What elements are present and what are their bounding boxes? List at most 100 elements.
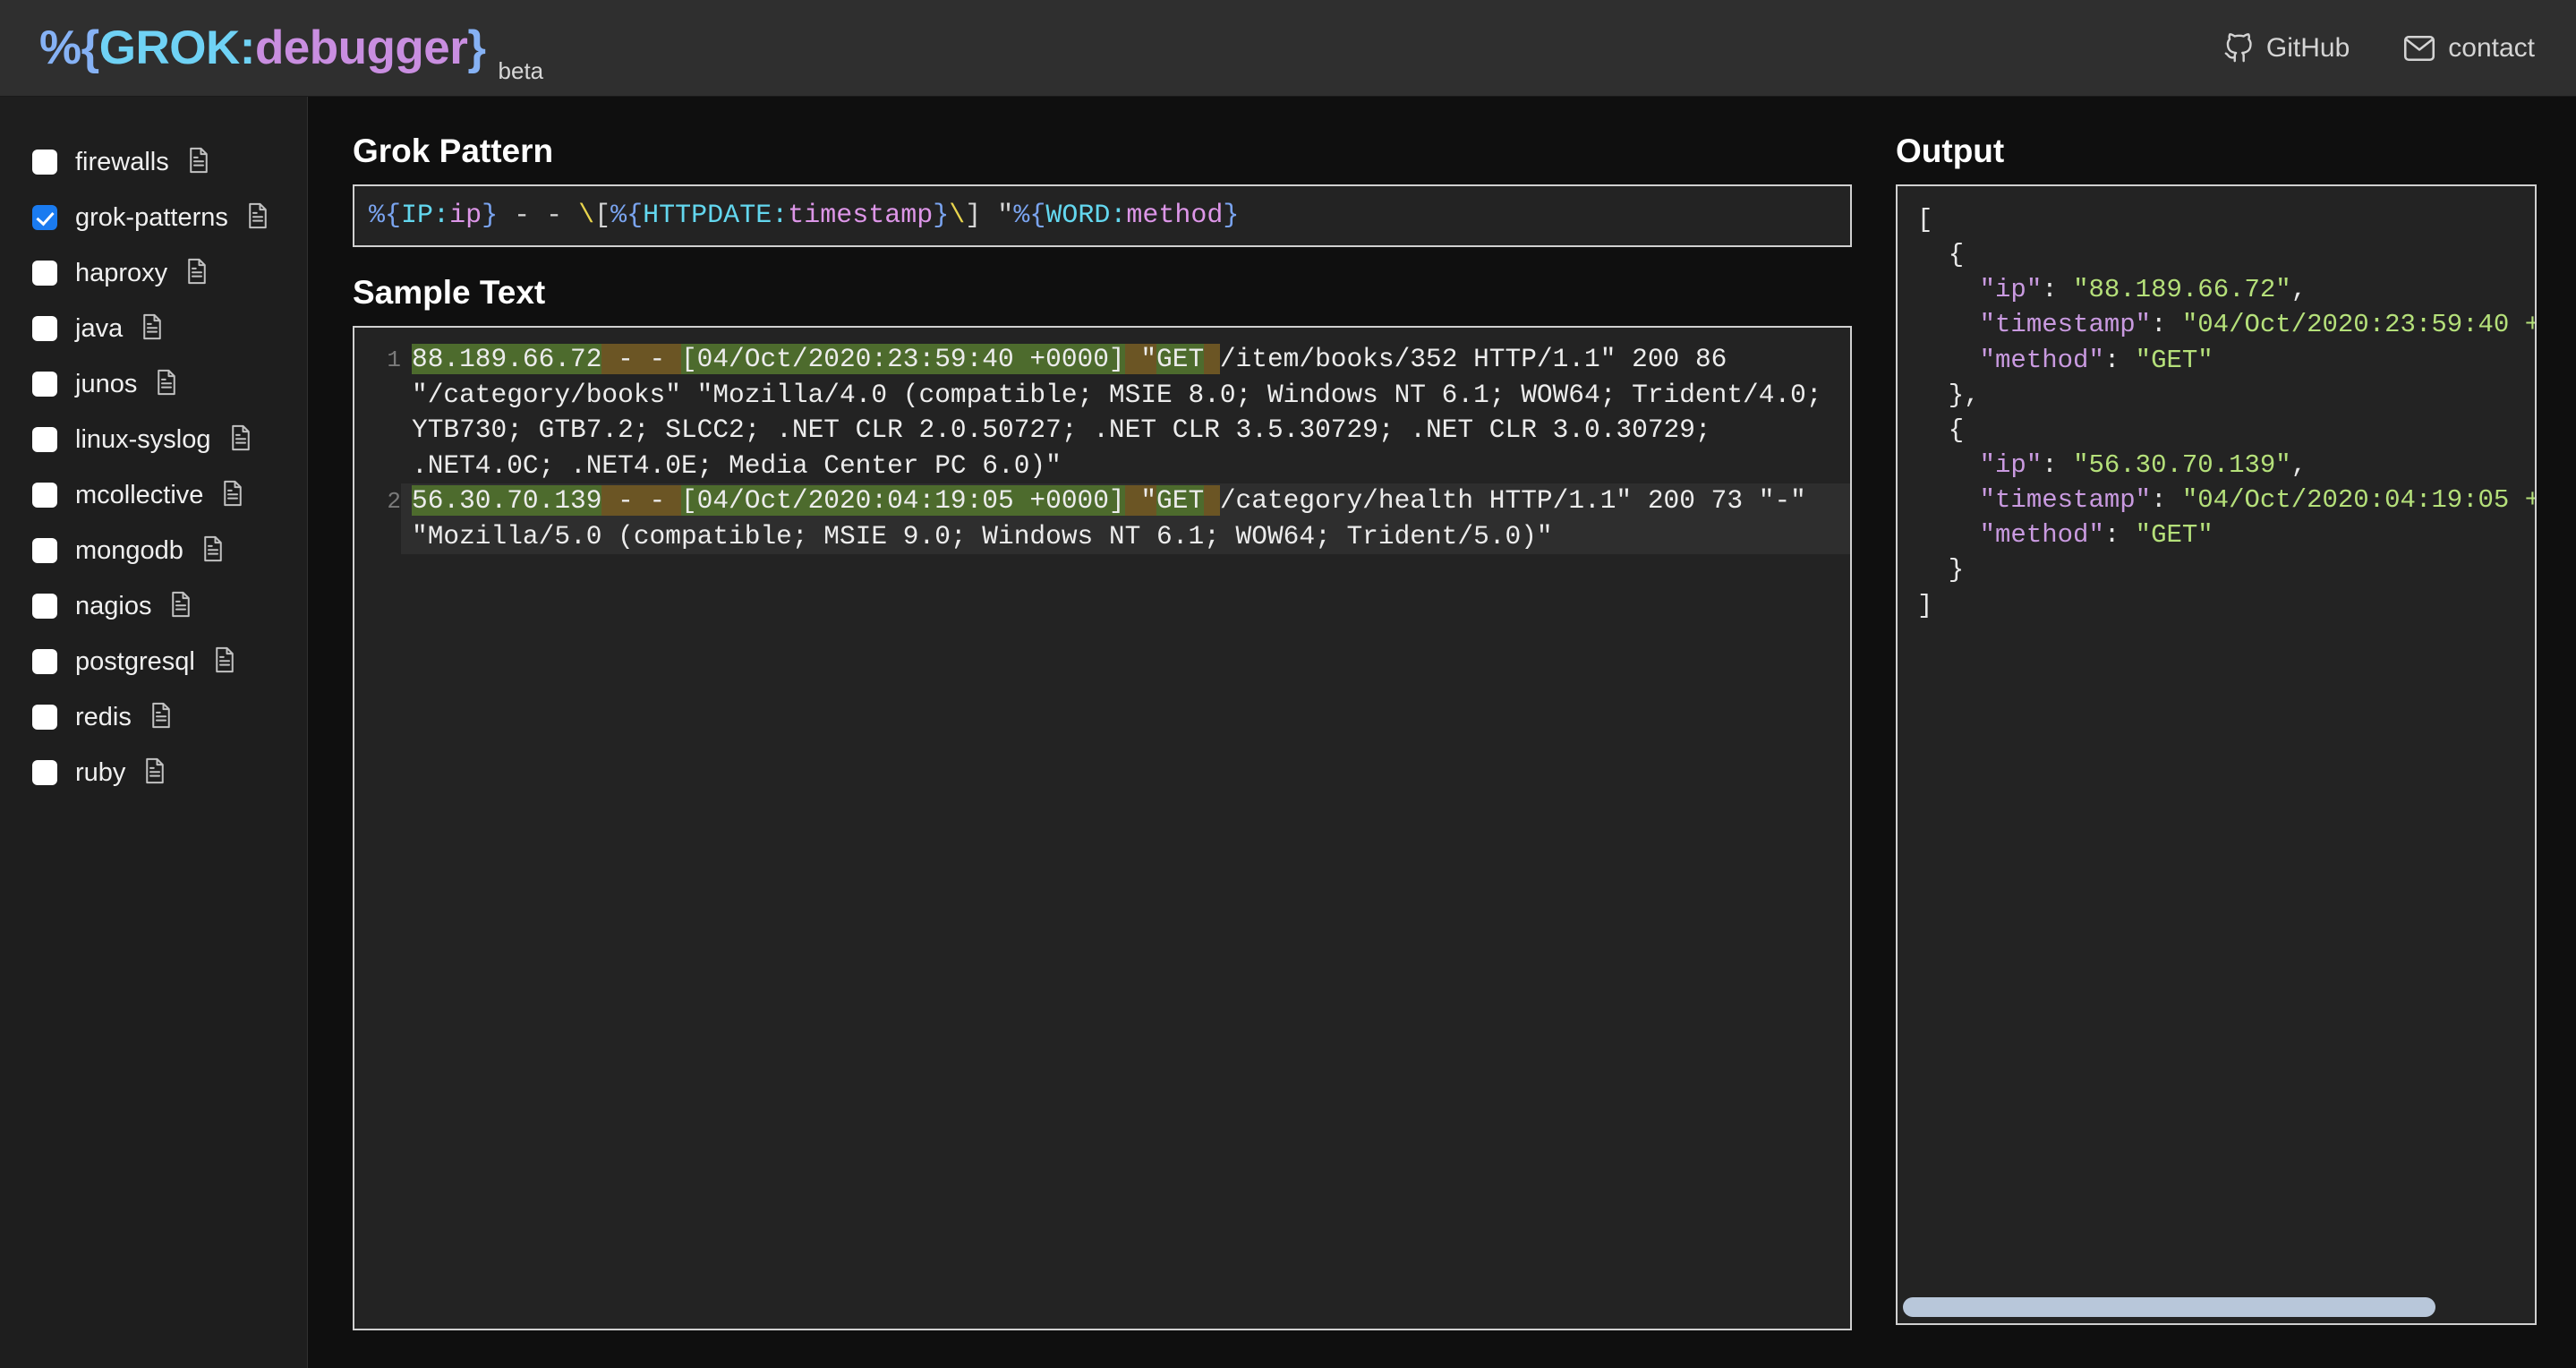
- log-line-content: 88.189.66.72 - - [04/Oct/2020:23:59:40 +…: [401, 342, 1850, 483]
- scrollbar-thumb[interactable]: [1903, 1297, 2435, 1317]
- json-token: [1917, 275, 1980, 304]
- sidebar-item-ruby[interactable]: ruby: [0, 745, 307, 800]
- highlighted-segment: [1204, 344, 1220, 374]
- json-token: [1917, 450, 1980, 480]
- sample-text-title: Sample Text: [353, 274, 1860, 312]
- json-line: [: [1917, 202, 2535, 237]
- sample-text-line: 256.30.70.139 - - [04/Oct/2020:04:19:05 …: [354, 483, 1850, 554]
- json-line: {: [1917, 237, 2535, 272]
- document-icon[interactable]: [143, 757, 166, 789]
- sidebar-item-label: mcollective: [75, 481, 203, 510]
- document-icon[interactable]: [229, 424, 252, 456]
- document-icon[interactable]: [187, 147, 210, 178]
- github-link-label: GitHub: [2266, 33, 2350, 64]
- sidebar-item-firewalls[interactable]: firewalls: [0, 134, 307, 190]
- document-icon[interactable]: [149, 702, 173, 733]
- checkbox-grok-patterns[interactable]: [32, 205, 57, 230]
- sidebar-item-label: grok-patterns: [75, 203, 228, 233]
- highlighted-segment: GET: [1156, 485, 1204, 516]
- pattern-token: method: [1126, 201, 1223, 231]
- json-token: }: [1917, 555, 1964, 585]
- sidebar-item-java[interactable]: java: [0, 301, 307, 356]
- sidebar-item-junos[interactable]: junos: [0, 356, 307, 412]
- pattern-token: {: [385, 201, 401, 231]
- sidebar-item-haproxy[interactable]: haproxy: [0, 245, 307, 301]
- json-token: "timestamp": [1980, 310, 2151, 339]
- checkbox-java[interactable]: [32, 316, 57, 341]
- sidebar-item-nagios[interactable]: nagios: [0, 578, 307, 634]
- json-line: "timestamp": "04/Oct/2020:04:19:05 +0000…: [1917, 483, 2535, 517]
- json-token: "method": [1980, 346, 2104, 375]
- document-icon[interactable]: [185, 258, 209, 289]
- github-link[interactable]: GitHub: [2223, 33, 2350, 64]
- output-horizontal-scrollbar[interactable]: [1903, 1297, 2529, 1317]
- document-icon[interactable]: [213, 646, 236, 678]
- checkbox-linux-syslog[interactable]: [32, 427, 57, 452]
- checkbox-junos[interactable]: [32, 372, 57, 397]
- pattern-token: }: [482, 201, 498, 231]
- checkbox-firewalls[interactable]: [32, 150, 57, 175]
- sidebar-item-linux-syslog[interactable]: linux-syslog: [0, 412, 307, 467]
- contact-link[interactable]: contact: [2403, 33, 2535, 64]
- pattern-token: - -: [498, 201, 578, 231]
- json-line: },: [1917, 378, 2535, 413]
- json-line: "timestamp": "04/Oct/2020:23:59:40 +0000…: [1917, 307, 2535, 342]
- sidebar-item-grok-patterns[interactable]: grok-patterns: [0, 190, 307, 245]
- checkbox-postgresql[interactable]: [32, 649, 57, 674]
- checkbox-ruby[interactable]: [32, 760, 57, 785]
- json-line: "ip": "56.30.70.139",: [1917, 448, 2535, 483]
- highlighted-segment: - -: [601, 344, 681, 374]
- grok-pattern-input[interactable]: %{IP:ip} - - \[%{HTTPDATE:timestamp}\] "…: [353, 184, 1852, 247]
- json-token: [1917, 310, 1980, 339]
- json-token: [1917, 520, 1980, 550]
- json-token: {: [1917, 240, 1964, 269]
- json-token: ,: [2291, 275, 2307, 304]
- contact-link-label: contact: [2448, 33, 2535, 64]
- logo-open-brace: {: [81, 21, 99, 74]
- json-token: "GET": [2136, 520, 2213, 550]
- json-token: "method": [1980, 520, 2104, 550]
- grok-pattern-value: %{IP:ip} - - \[%{HTTPDATE:timestamp}\] "…: [369, 199, 1836, 233]
- output-column: Output [ { "ip": "88.189.66.72", "timest…: [1860, 97, 2576, 1368]
- grok-pattern-title: Grok Pattern: [353, 133, 1860, 170]
- sidebar-item-label: firewalls: [75, 148, 169, 177]
- checkbox-mcollective[interactable]: [32, 483, 57, 508]
- sidebar-item-mongodb[interactable]: mongodb: [0, 523, 307, 578]
- pattern-token: HTTPDATE: [643, 201, 772, 231]
- checkbox-redis[interactable]: [32, 705, 57, 730]
- checkbox-mongodb[interactable]: [32, 538, 57, 563]
- sidebar-item-label: redis: [75, 703, 132, 732]
- document-icon[interactable]: [155, 369, 178, 400]
- json-line: {: [1917, 413, 2535, 448]
- logo-close-brace: }: [467, 21, 485, 74]
- checkbox-haproxy[interactable]: [32, 261, 57, 286]
- sidebar-item-label: linux-syslog: [75, 425, 211, 455]
- document-icon[interactable]: [221, 480, 244, 511]
- pattern-token: ]: [965, 201, 997, 231]
- mail-icon: [2403, 35, 2435, 62]
- sidebar-item-mcollective[interactable]: mcollective: [0, 467, 307, 523]
- document-icon[interactable]: [201, 535, 225, 567]
- document-icon[interactable]: [246, 202, 269, 234]
- json-token: :: [2042, 275, 2073, 304]
- json-token: "04/Oct/2020:04:19:05 +0000": [2182, 485, 2537, 515]
- main-column: Grok Pattern %{IP:ip} - - \[%{HTTPDATE:t…: [308, 97, 1860, 1368]
- output-panel[interactable]: [ { "ip": "88.189.66.72", "timestamp": "…: [1896, 184, 2537, 1325]
- pattern-token: :: [1110, 201, 1126, 231]
- checkbox-nagios[interactable]: [32, 594, 57, 619]
- highlighted-segment: ": [1140, 344, 1156, 374]
- sample-text-line: 188.189.66.72 - - [04/Oct/2020:23:59:40 …: [354, 342, 1850, 483]
- pattern-token: WORD: [1045, 201, 1110, 231]
- sidebar-item-redis[interactable]: redis: [0, 689, 307, 745]
- sidebar-item-label: junos: [75, 370, 137, 399]
- document-icon[interactable]: [169, 591, 192, 622]
- document-icon[interactable]: [141, 313, 164, 345]
- json-token: "GET": [2136, 346, 2213, 375]
- json-token: [1917, 346, 1980, 375]
- line-number: 2: [354, 483, 401, 515]
- pattern-token: IP: [401, 201, 433, 231]
- json-token: "ip": [1980, 450, 2043, 480]
- sidebar-item-postgresql[interactable]: postgresql: [0, 634, 307, 689]
- pattern-token: %: [1013, 201, 1029, 231]
- sample-text-editor[interactable]: 188.189.66.72 - - [04/Oct/2020:23:59:40 …: [353, 326, 1852, 1330]
